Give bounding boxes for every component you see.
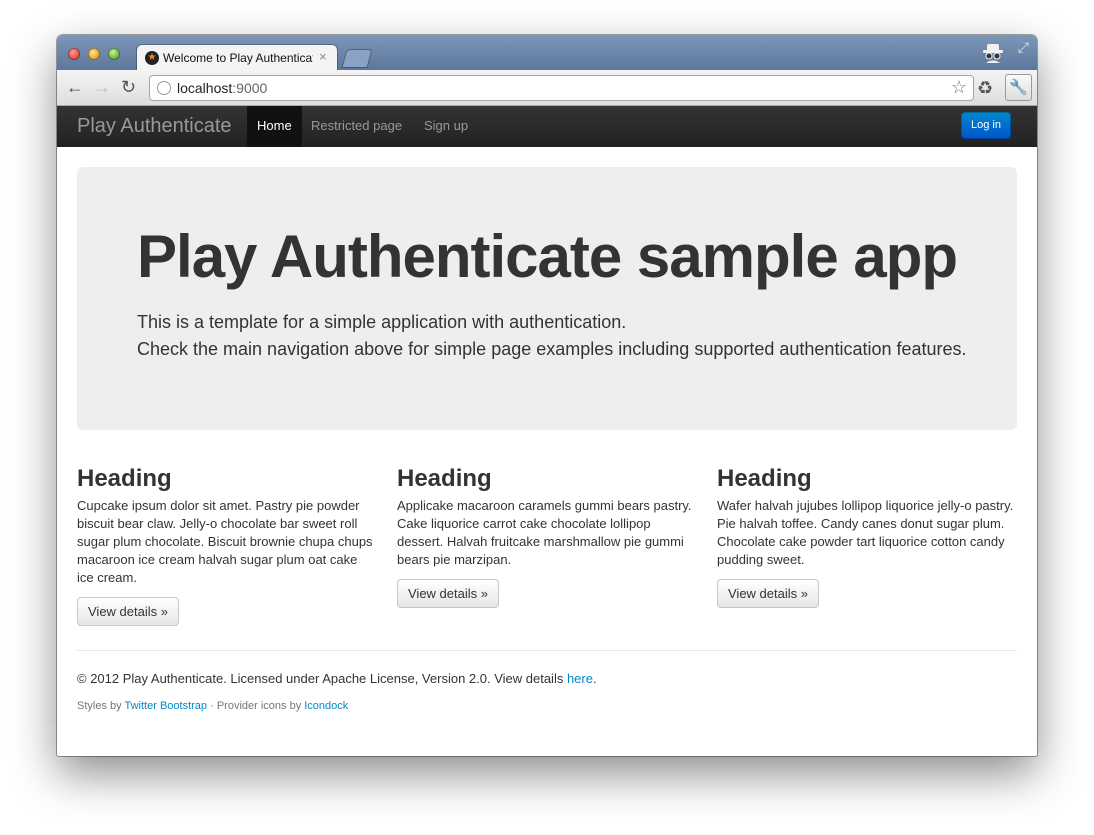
browser-tab[interactable]: ★ Welcome to Play Authenticate × [137,45,337,70]
view-details-button[interactable]: View details » [397,579,499,608]
nav-sign-up[interactable]: Sign up [414,106,478,147]
globe-icon [157,81,171,95]
view-details-button[interactable]: View details » [717,579,819,608]
hero-line-1: This is a template for a simple applicat… [137,312,627,332]
url-host: localhost [177,80,233,96]
wrench-icon[interactable]: 🔧 [1005,74,1032,101]
view-details-button[interactable]: View details » [77,597,179,626]
incognito-icon [983,44,1003,63]
back-arrow-icon[interactable]: ← [66,77,84,97]
column-3: Heading Wafer halvah jujubes lollipop li… [717,465,1017,608]
nav-home[interactable]: Home [247,106,302,147]
tab-close-icon[interactable]: × [319,49,327,64]
license-end: . [592,671,597,686]
brand-link[interactable]: Play Authenticate [77,115,232,138]
column-heading: Heading [397,465,492,492]
license-text: © 2012 Play Authenticate. Licensed under… [77,671,567,686]
close-window-button[interactable] [68,48,80,60]
styles-prefix: Styles by [77,700,125,712]
icons-prefix: · Provider icons by [207,700,305,712]
hero-title: Play Authenticate sample app [137,223,958,290]
icondock-link[interactable]: Icondock [304,700,348,712]
tab-title: Welcome to Play Authenticate [163,51,313,65]
tab-strip: ★ Welcome to Play Authenticate × ⤢ [57,35,1037,70]
column-heading: Heading [77,465,172,492]
new-tab-button[interactable] [342,50,372,67]
credits-line: Styles by Twitter Bootstrap · Provider i… [77,700,348,712]
hero-line-2: Check the main navigation above for simp… [137,339,967,359]
browser-window: ★ Welcome to Play Authenticate × ⤢ ← → ↻… [57,35,1037,756]
column-heading: Heading [717,465,812,492]
extension-icon[interactable]: ♻ [977,78,993,99]
license-details-link[interactable]: here [567,671,593,686]
footer-divider [77,650,1017,651]
column-text: Wafer halvah jujubes lollipop liquorice … [717,498,1014,567]
hero-unit: Play Authenticate sample app This is a t… [77,167,1017,430]
license-line: © 2012 Play Authenticate. Licensed under… [77,671,597,686]
url-text: localhost:9000 [177,80,267,96]
column-2: Heading Applicake macaroon caramels gumm… [397,465,697,608]
column-text: Applicake macaroon caramels gummi bears … [397,498,692,567]
twitter-bootstrap-link[interactable]: Twitter Bootstrap [125,700,208,712]
column-text: Cupcake ipsum dolor sit amet. Pastry pie… [77,498,373,585]
address-bar[interactable]: localhost:9000 ☆ [149,75,974,101]
reload-icon[interactable]: ↻ [121,77,136,97]
nav-restricted-page[interactable]: Restricted page [301,106,412,147]
favicon-icon: ★ [145,51,159,65]
forward-arrow-icon[interactable]: → [93,77,111,97]
url-port: :9000 [232,80,268,96]
browser-toolbar: ← → ↻ localhost:9000 ☆ ♻ 🔧 [57,70,1037,106]
fullscreen-icon[interactable]: ⤢ [1018,39,1029,56]
navbar: Play Authenticate Home Restricted page S… [57,106,1037,147]
minimize-window-button[interactable] [88,48,100,60]
zoom-window-button[interactable] [108,48,120,60]
bookmark-star-icon[interactable]: ☆ [951,77,967,98]
login-button[interactable]: Log in [961,112,1011,139]
column-1: Heading Cupcake ipsum dolor sit amet. Pa… [77,465,377,626]
